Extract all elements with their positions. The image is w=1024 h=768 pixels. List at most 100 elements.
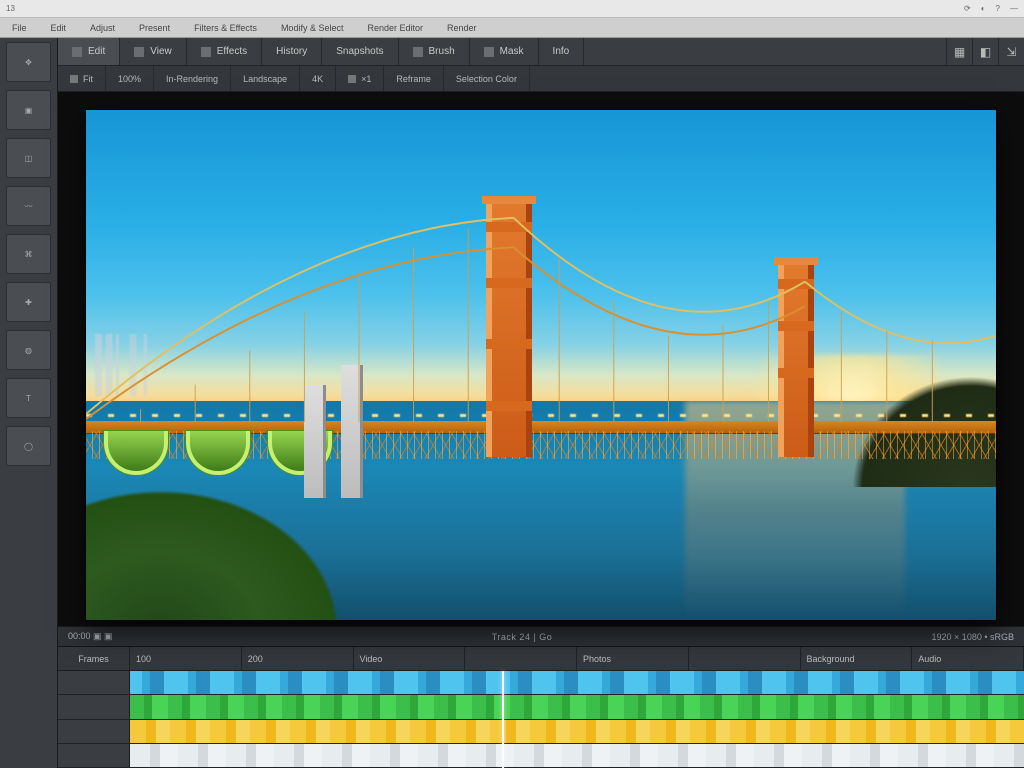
tab-brush[interactable]: Brush [399,38,470,65]
tool-heal[interactable]: ✚ [6,282,51,322]
track-row [58,720,1024,744]
menu-render[interactable]: Render [435,18,489,37]
tab-label: History [276,46,307,57]
track-row [58,671,1024,695]
tool-brush[interactable]: 〰 [6,186,51,226]
tab-label: Effects [217,46,247,57]
tool-select[interactable]: ◫ [6,138,51,178]
menu-adjust[interactable]: Adjust [78,18,127,37]
timeline-panel: Frames 100 200 Video Photos Background A… [58,646,1024,768]
ruler-tick [689,647,801,670]
subtab-4k[interactable]: 4K [300,66,336,91]
tab-label: Info [553,46,570,57]
menu-bar: File Edit Adjust Present Filters & Effec… [0,18,1024,38]
tool-move[interactable]: ✥ [6,42,51,82]
tab-history[interactable]: History [262,38,322,65]
tab-edit[interactable]: Edit [58,38,120,65]
tab-label: Selection Color [456,74,517,84]
menu-modify[interactable]: Modify & Select [269,18,356,37]
layout-icon[interactable]: ▦ [946,38,972,65]
tab-label: ×1 [361,74,371,84]
canvas-status-bar: 00:00 ▣ ▣ Track 24 | Go 1920 × 1080 • sR… [58,626,1024,646]
panel-icon[interactable]: ◧ [972,38,998,65]
window-titlebar: 13 ⟳ ◐ ? — [0,0,1024,18]
status-center: Track 24 | Go [129,632,916,642]
tab-label: Fit [83,74,93,84]
collapse-icon[interactable]: ⇲ [998,38,1024,65]
track-strip[interactable] [130,695,1024,718]
ruler-tick [465,647,577,670]
status-left: 00:00 ▣ ▣ [68,631,113,642]
edit-icon [72,47,82,57]
tab-label: 4K [312,74,323,84]
tab-label: In-Rendering [166,74,218,84]
tab-effects[interactable]: Effects [187,38,262,65]
menu-edit[interactable]: Edit [39,18,79,37]
brush-icon [413,47,423,57]
effects-icon [201,47,211,57]
primary-tab-bar: Edit View Effects History Snapshots Brus… [58,38,1024,66]
ruler-head: Frames [58,647,130,670]
tool-clone[interactable]: ⌘ [6,234,51,274]
track-head[interactable] [58,671,130,694]
scale-icon [348,75,356,83]
tab-label: Reframe [396,74,431,84]
menu-present[interactable]: Present [127,18,182,37]
ruler-tick: Video [354,647,466,670]
tab-label: Mask [500,46,524,57]
ruler-tick: 100 [130,647,242,670]
tab-mask[interactable]: Mask [470,38,539,65]
tool-text[interactable]: T [6,378,51,418]
tool-crop[interactable]: ▣ [6,90,51,130]
subtab-landscape[interactable]: Landscape [231,66,300,91]
track-strip[interactable] [130,744,1024,767]
track-row [58,744,1024,768]
ruler-tick: Photos [577,647,689,670]
tab-label: Landscape [243,74,287,84]
tab-label: Snapshots [336,46,383,57]
track-head[interactable] [58,744,130,767]
menu-filters[interactable]: Filters & Effects [182,18,269,37]
canvas-image [86,110,996,620]
tab-snapshots[interactable]: Snapshots [322,38,398,65]
status-right: 1920 × 1080 • sRGB [932,632,1014,642]
track-head[interactable] [58,695,130,718]
menu-file[interactable]: File [0,18,39,37]
track-row [58,695,1024,719]
mask-icon [484,47,494,57]
tab-label: Brush [429,46,455,57]
playhead[interactable] [502,671,504,768]
menu-render-editor[interactable]: Render Editor [355,18,435,37]
view-icon [134,47,144,57]
subtab-reframe[interactable]: Reframe [384,66,444,91]
timeline-ruler[interactable]: Frames 100 200 Video Photos Background A… [58,647,1024,671]
ruler-tick: Background [801,647,913,670]
tool-sidebar: ✥ ▣ ◫ 〰 ⌘ ✚ ◍ T ◯ [0,38,58,768]
tool-shape[interactable]: ◯ [6,426,51,466]
help-icon[interactable]: ? [996,4,1000,13]
tab-label: Edit [88,46,105,57]
globe-icon[interactable]: ◐ [981,4,986,13]
sync-icon[interactable]: ⟳ [964,4,971,13]
min-icon[interactable]: — [1010,4,1018,13]
track-head[interactable] [58,720,130,743]
tab-label: 100% [118,74,141,84]
subtab-rendering[interactable]: In-Rendering [154,66,231,91]
tool-mask[interactable]: ◍ [6,330,51,370]
secondary-tab-bar: Fit 100% In-Rendering Landscape 4K ×1 Re… [58,66,1024,92]
tab-label: View [150,46,172,57]
fit-icon [70,75,78,83]
timeline-tracks[interactable] [58,671,1024,768]
subtab-x1[interactable]: ×1 [336,66,384,91]
subtab-100[interactable]: 100% [106,66,154,91]
tab-view[interactable]: View [120,38,187,65]
ruler-tick: Audio [912,647,1024,670]
subtab-selection-color[interactable]: Selection Color [444,66,530,91]
track-strip[interactable] [130,720,1024,743]
track-strip[interactable] [130,671,1024,694]
canvas-viewport[interactable] [58,92,1024,626]
titlebar-badge: 13 [6,4,15,13]
subtab-fit[interactable]: Fit [58,66,106,91]
ruler-tick: 200 [242,647,354,670]
tab-info[interactable]: Info [539,38,585,65]
